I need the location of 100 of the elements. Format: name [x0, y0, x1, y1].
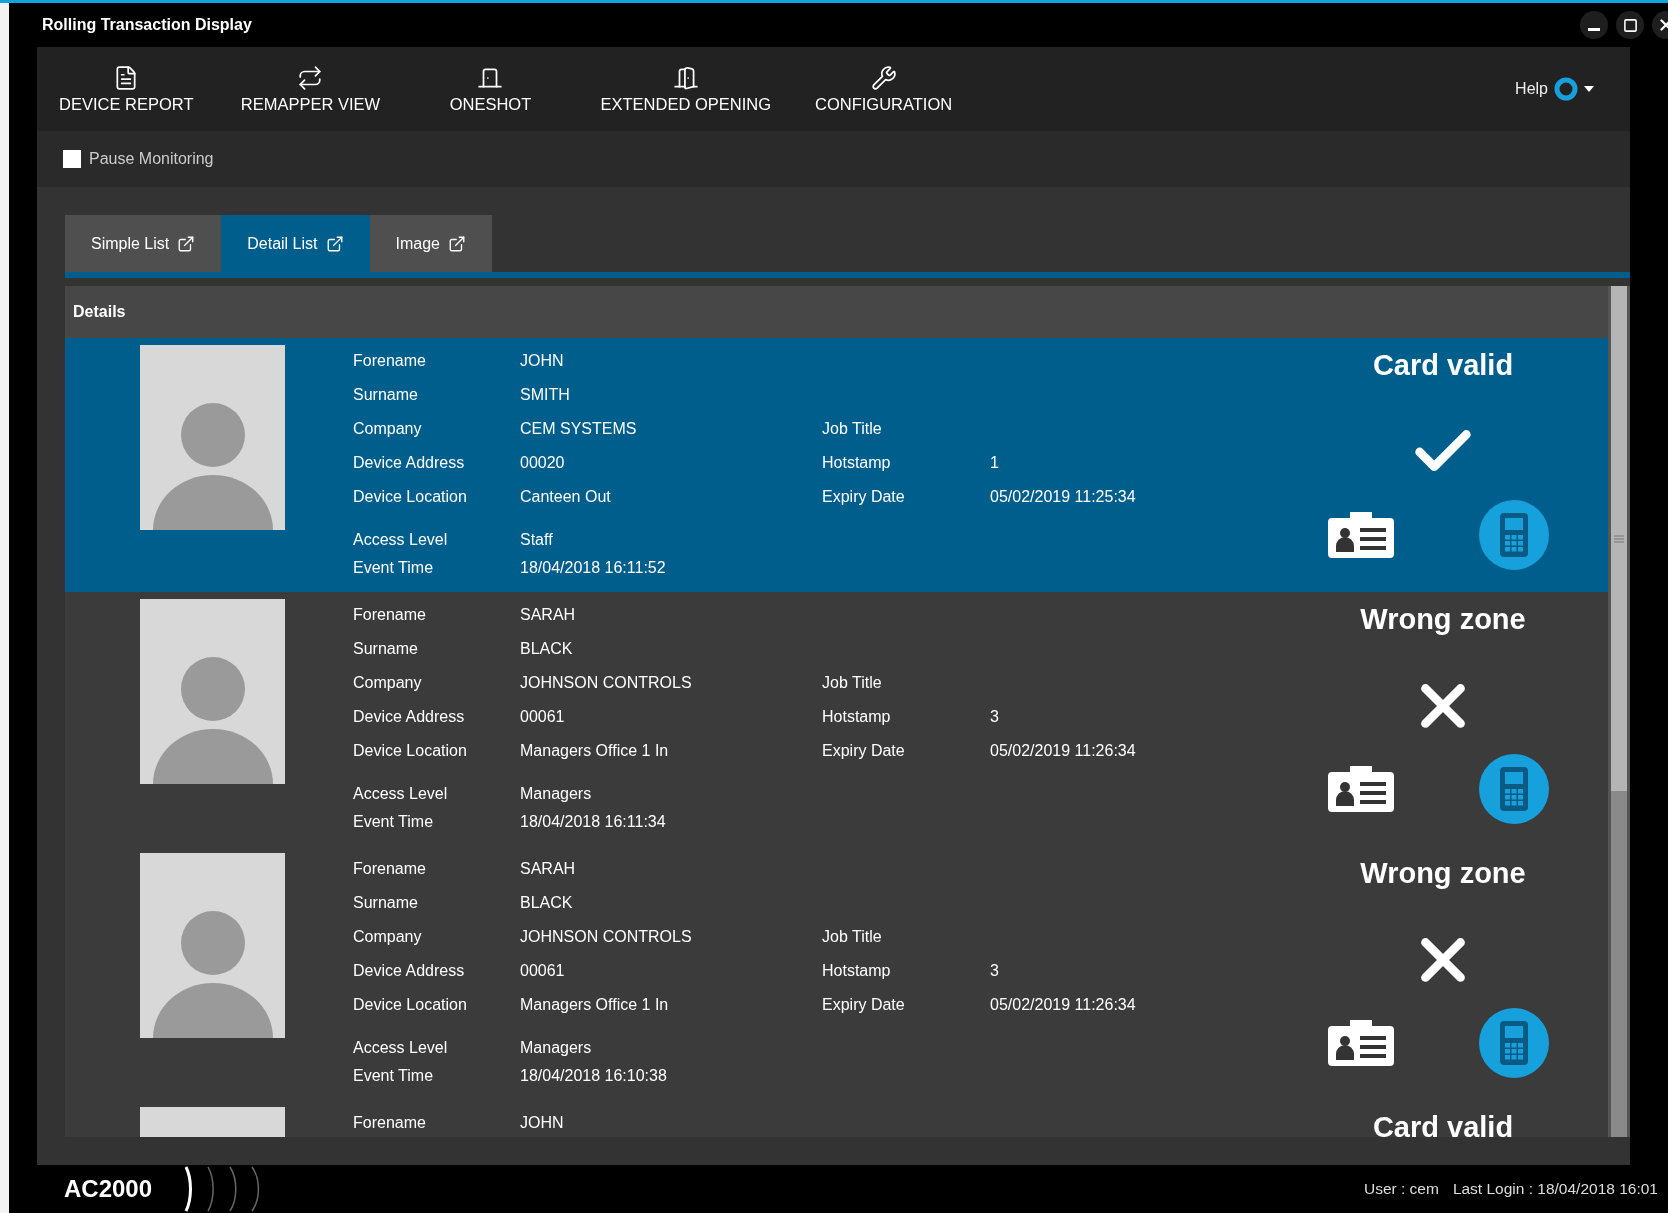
transaction-row[interactable]: [65, 592, 1608, 846]
toolbar-button[interactable]: CONFIGURATION: [805, 64, 963, 114]
repeat-arrows-icon: [297, 64, 324, 91]
field-label: Access Level: [353, 785, 449, 803]
door-icon: [672, 64, 699, 91]
last-login-text: Last Login : 18/04/2018 16:01: [1452, 1180, 1658, 1198]
field-value: 05/02/2019 11:25:34: [990, 488, 1137, 506]
field-label: Company: [353, 928, 423, 946]
field-label: Device Location: [353, 742, 468, 760]
field-value: SMITH: [520, 386, 571, 404]
external-link-icon: [325, 234, 344, 253]
toolbar-button[interactable]: REMAPPER VIEW: [225, 64, 396, 114]
transaction-row[interactable]: [65, 338, 1608, 592]
field-value: BLACK: [520, 640, 574, 658]
field-label: Device Address: [353, 708, 466, 726]
field-label: Device Address: [353, 962, 466, 980]
id-card-icon: [1327, 766, 1394, 812]
card-reader-icon: [1478, 500, 1549, 570]
field-label: Company: [353, 674, 423, 692]
field-value: BLACK: [520, 894, 574, 912]
field-label: Access Level: [353, 531, 449, 549]
tab[interactable]: Simple List: [65, 215, 222, 272]
card-reader-icon: [1478, 1008, 1549, 1078]
field-value: 00020: [520, 454, 566, 472]
field-value: 00061: [520, 708, 566, 726]
field-value: JOHNSON CONTROLS: [520, 928, 693, 946]
field-label: Hotstamp: [822, 454, 892, 472]
scrollbar[interactable]: [1608, 286, 1630, 1137]
user-text: User : cem: [1363, 1180, 1439, 1198]
field-value: JOHN: [520, 1114, 565, 1132]
toolbar-button[interactable]: EXTENDED OPENING: [590, 64, 781, 114]
field-value: Managers Office 1 In: [520, 996, 670, 1014]
scrollbar-thumb[interactable]: [1611, 286, 1627, 791]
wrench-icon: [870, 64, 897, 91]
minimize-icon: [1588, 27, 1600, 31]
field-value: 18/04/2018 16:11:34: [520, 813, 667, 831]
field-label: Company: [353, 420, 423, 438]
field-value: Managers: [520, 1039, 593, 1057]
maximize-icon: [1622, 17, 1638, 33]
field-label: Job Title: [822, 928, 883, 946]
field-label: Expiry Date: [822, 488, 906, 506]
field-label: Device Address: [353, 454, 466, 472]
field-value: 1: [990, 454, 1000, 472]
field-value: 3: [990, 708, 1000, 726]
field-value: 18/04/2018 16:11:52: [520, 559, 667, 577]
field-value: 18/04/2018 16:10:38: [520, 1067, 668, 1085]
transaction-row[interactable]: Forename JOHN Card valid: [65, 1100, 1608, 1137]
tab[interactable]: Detail List: [221, 215, 370, 272]
field-value: SARAH: [520, 860, 577, 878]
field-value: SARAH: [520, 606, 577, 624]
checkbox[interactable]: [63, 150, 81, 168]
id-card-icon: [1327, 1020, 1394, 1066]
field-label: Device Location: [353, 488, 468, 506]
field-label: Forename: [353, 860, 427, 878]
field-label: Forename: [353, 352, 427, 370]
field-value: Managers Office 1 In: [520, 742, 670, 760]
status-text: Wrong zone: [1360, 603, 1526, 636]
tab[interactable]: Image: [369, 215, 492, 272]
field-value: 05/02/2019 11:26:34: [990, 996, 1137, 1014]
id-card-icon: [1327, 512, 1394, 558]
field-label: Forename: [353, 606, 427, 624]
field-label: Job Title: [822, 674, 883, 692]
field-label: Job Title: [822, 420, 883, 438]
status-text: Card valid: [1372, 1111, 1514, 1137]
field-value: JOHN: [520, 352, 565, 370]
field-value: JOHNSON CONTROLS: [520, 674, 693, 692]
field-value: 3: [990, 962, 1000, 980]
minimize-button[interactable]: [1580, 11, 1608, 39]
help-menu-button[interactable]: Help: [1509, 76, 1600, 102]
field-label: Event Time: [353, 559, 435, 577]
checkbox-label: Pause Monitoring: [89, 150, 214, 168]
external-link-icon: [447, 234, 466, 253]
caret-icon: [1584, 86, 1594, 92]
field-label: Event Time: [353, 1067, 435, 1085]
field-label: Surname: [353, 894, 419, 912]
field-value: 05/02/2019 11:26:34: [990, 742, 1137, 760]
field-label: Access Level: [353, 1039, 449, 1057]
status-text: Card valid: [1372, 349, 1514, 382]
grip-icon: [1614, 534, 1624, 543]
field-label: Event Time: [353, 813, 435, 831]
field-label: Surname: [353, 640, 419, 658]
external-link-icon: [177, 234, 196, 253]
lifebuoy-icon: [1554, 77, 1578, 101]
status-text: Wrong zone: [1360, 857, 1526, 890]
field-value: Staff: [520, 531, 554, 549]
toolbar-button[interactable]: DEVICE REPORT: [49, 64, 204, 114]
field-label: Surname: [353, 386, 419, 404]
field-label: Expiry Date: [822, 742, 906, 760]
field-value: Managers: [520, 785, 593, 803]
field-label: Device Location: [353, 996, 468, 1014]
field-value: Canteen Out: [520, 488, 612, 506]
maximize-button[interactable]: [1616, 11, 1644, 39]
logo-text: AC2000: [64, 1175, 153, 1203]
field-label: Hotstamp: [822, 962, 892, 980]
field-value: 00061: [520, 962, 566, 980]
field-value: CEM SYSTEMS: [520, 420, 638, 438]
details-header: Details: [65, 286, 1608, 338]
field-label: Hotstamp: [822, 708, 892, 726]
field-label: Expiry Date: [822, 996, 906, 1014]
toolbar-button[interactable]: ONESHOT: [435, 64, 546, 114]
